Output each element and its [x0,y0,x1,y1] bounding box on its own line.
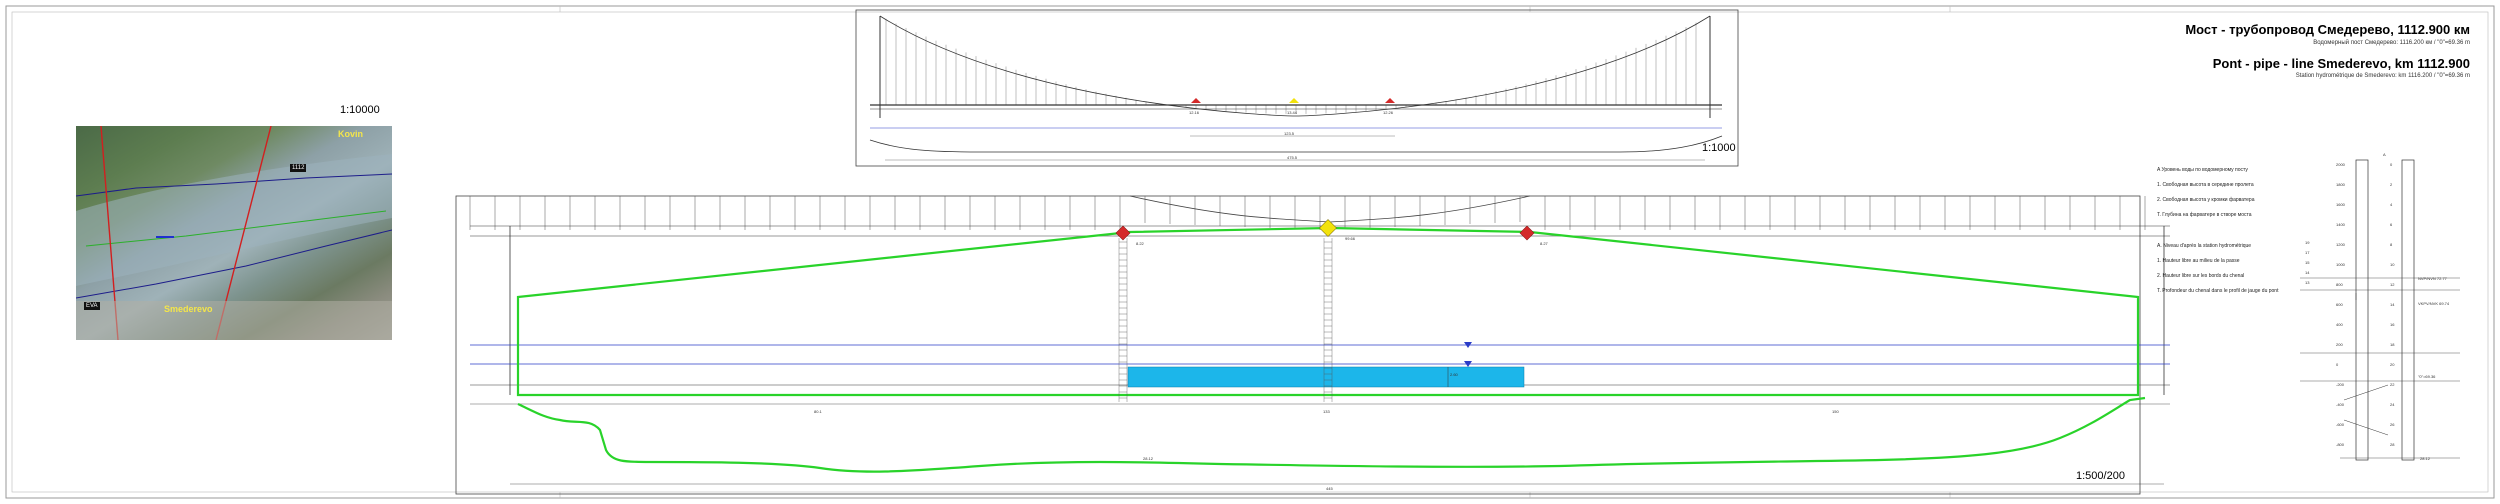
gauge-left-tick: 800 [2336,282,2343,287]
gauge-left-tick: 1000 [2336,262,2345,267]
gauge-left-tick: 0 [2336,362,2339,367]
gauge-right-tick: 28 [2390,442,2395,447]
gauge-level-2: VKPV/NVK 69.74 [2418,301,2450,306]
gauge-left-tick: -800 [2336,442,2345,447]
gauge-left-tick: -600 [2336,422,2345,427]
gauge-left-tick: 600 [2336,302,2343,307]
gauge-level-1: NVP/NVN 72.77 [2418,276,2447,281]
gauge-left-tick: 400 [2336,322,2343,327]
gauge-row-label: 15 [2305,260,2310,265]
drawing-sheet: Мост - трубопровод Смедерево, 1112.900 к… [0,0,2500,504]
gauge-row-label: 13 [2305,280,2310,285]
gauge-left-tick: 1800 [2336,182,2345,187]
gauge-right-tick: 0 [2390,162,2393,167]
gauge-right-tick: 20 [2390,362,2395,367]
gauge-level-3: "0"=69.36 [2418,374,2436,379]
gauge-left-tick: -400 [2336,402,2345,407]
gauge-right-tick: 24 [2390,402,2395,407]
gauge-left-tick: 200 [2336,342,2343,347]
gauge-bottom-label: 28.12 [2420,456,2431,461]
gauge-row-label: 14 [2305,270,2310,275]
water-gauge [2300,159,2460,461]
gauge-right-tick: 26 [2390,422,2395,427]
gauge-right-tick: 22 [2390,382,2395,387]
gauge-right-tick: 14 [2390,302,2395,307]
gauge-right-tick: 10 [2390,262,2395,267]
gauge-left-tick: 1200 [2336,242,2345,247]
gauge-left-tick: 1400 [2336,222,2345,227]
gauge-row-label: 19 [2305,240,2310,245]
gauge-right-tick: 16 [2390,322,2395,327]
gauge-right-tick: 8 [2390,242,2393,247]
gauge-right-tick: 6 [2390,222,2393,227]
gauge-right-tick: 4 [2390,202,2393,207]
gauge-right-tick: 18 [2390,342,2395,347]
gauge-right-tick: 12 [2390,282,2395,287]
gauge-left-tick: -200 [2336,382,2345,387]
gauge-row-label: 17 [2305,250,2310,255]
gauge-top-label: A [2383,152,2386,157]
gauge-right-tick: 2 [2390,182,2393,187]
gauge-left-tick: 1600 [2336,202,2345,207]
gauge-left-tick: 2000 [2336,162,2345,167]
